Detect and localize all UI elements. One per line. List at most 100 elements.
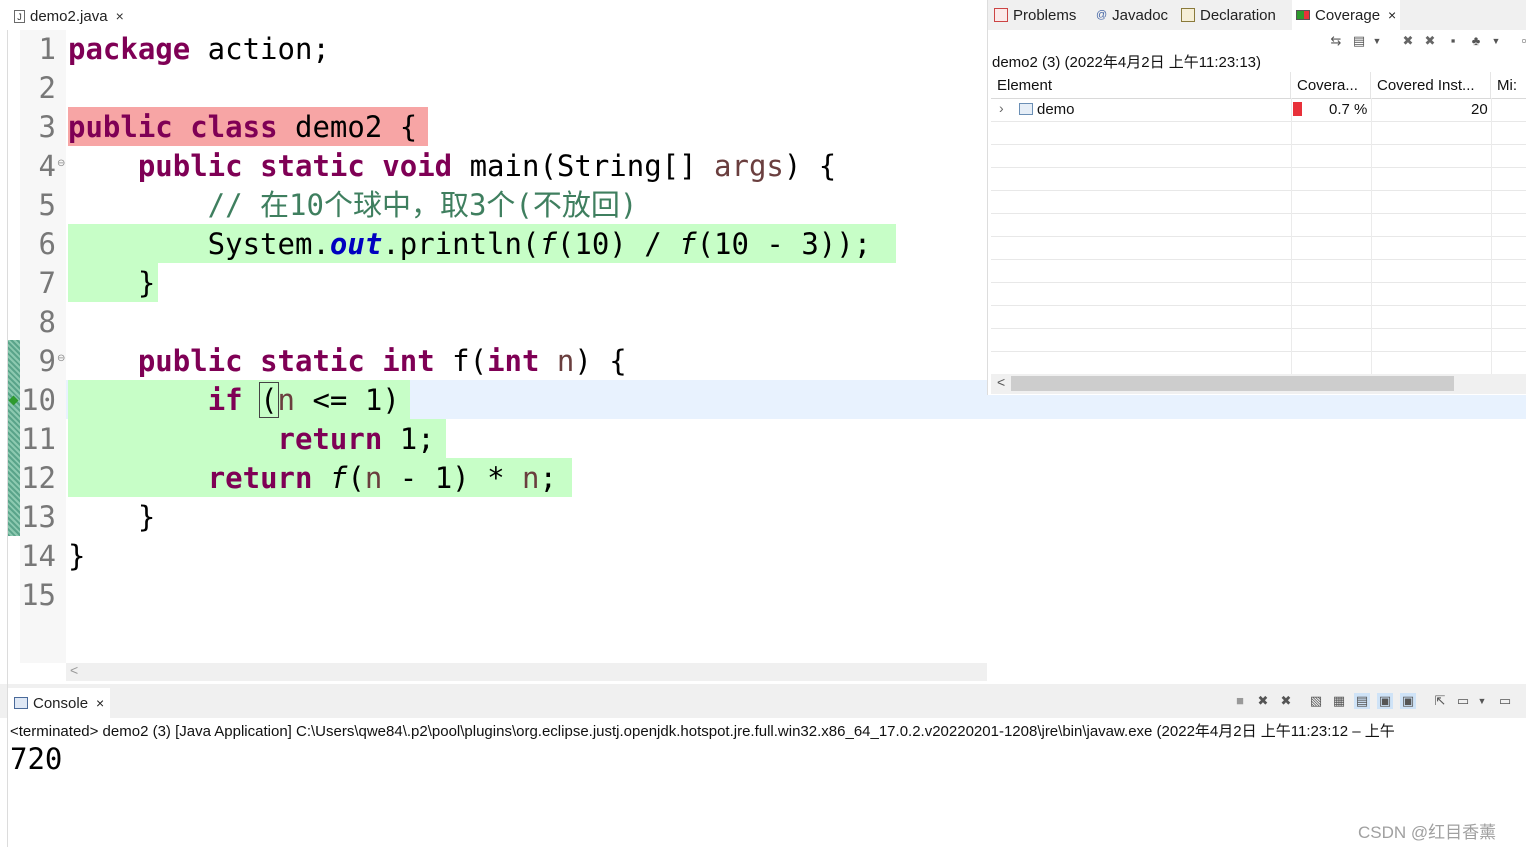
expand-icon[interactable]: › (999, 100, 1004, 116)
declaration-icon (1181, 8, 1195, 22)
minimize-icon[interactable]: ▫ (1516, 33, 1526, 49)
line-number: 9 (38, 344, 56, 378)
display-console-icon[interactable]: ▭ (1455, 693, 1471, 709)
terminate-icon[interactable]: ■ (1232, 693, 1248, 709)
code-line-14[interactable]: } (68, 537, 85, 576)
static-method: f (329, 461, 348, 495)
code-editor[interactable]: J demo2.java × 1 2 3 4 5 6 7 8 9 10 11 1… (0, 0, 1526, 683)
line-number: 10 (21, 383, 56, 417)
show-on-error-icon[interactable]: ▣ (1400, 693, 1416, 709)
keyword: class (172, 110, 278, 144)
chevron-down-icon[interactable]: ▼ (1488, 33, 1504, 49)
line-number-gutter: 1 2 3 4 5 6 7 8 9 10 11 12 13 14 15 ⊖ ⊖ (20, 30, 66, 663)
code-line-13[interactable]: } (68, 498, 155, 537)
static-method: f (539, 227, 557, 261)
parameter: n (364, 461, 383, 495)
session-menu-icon[interactable]: ▤ (1351, 33, 1367, 49)
tab-console[interactable]: Console × (8, 688, 111, 718)
matching-bracket: ( (259, 382, 279, 418)
code-line-9[interactable]: public static int f(int n) { (68, 342, 627, 381)
tab-coverage[interactable]: Coverage × (1292, 0, 1401, 30)
merge-icon[interactable]: ▪ (1445, 33, 1461, 49)
relaunch-icon[interactable]: ⇆ (1328, 33, 1344, 49)
process-status: <terminated> demo2 (3) [Java Application… (10, 723, 1395, 740)
close-icon[interactable]: × (96, 695, 104, 711)
tab-javadoc[interactable]: @ Javadoc (1096, 0, 1168, 30)
tab-demo2-java[interactable]: J demo2.java × (8, 2, 130, 32)
line-number: 2 (38, 71, 56, 105)
console-output[interactable]: 720 (10, 742, 62, 776)
static-field: out (329, 227, 383, 261)
covered-instructions: 20 (1471, 101, 1488, 118)
remove-all-terminated-icon[interactable]: ✖ (1278, 693, 1294, 709)
coverage-percent: 0.7 % (1329, 101, 1368, 118)
remove-all-icon[interactable]: ✖ (1422, 33, 1438, 49)
code-text: f( (434, 344, 488, 378)
column-header-coverage[interactable]: Covera... (1291, 72, 1371, 98)
scroll-left-icon[interactable]: < (70, 662, 78, 678)
code-line-7[interactable]: } (68, 264, 155, 303)
word-wrap-icon[interactable]: ▤ (1354, 693, 1370, 709)
code-text: ; (539, 461, 557, 495)
column-header-covered-instructions[interactable]: Covered Inst... (1371, 72, 1491, 98)
code-line-6[interactable]: System.out.println(f(10) / f(10 - 3)); (68, 225, 872, 264)
java-file-icon: J (14, 9, 25, 23)
show-on-output-icon[interactable]: ▣ (1377, 693, 1393, 709)
close-icon[interactable]: × (1388, 7, 1396, 23)
tab-label: Declaration (1200, 6, 1276, 24)
line-number: 15 (21, 578, 56, 612)
keyword: public (68, 110, 173, 144)
chevron-down-icon[interactable]: ▼ (1369, 33, 1385, 49)
close-icon[interactable]: × (116, 8, 124, 24)
fold-toggle-icon[interactable]: ⊖ (57, 353, 65, 364)
editor-horizontal-scrollbar[interactable]: < (66, 662, 987, 681)
tab-label: Coverage (1315, 6, 1381, 24)
column-header-element[interactable]: Element (991, 72, 1291, 98)
line-number: 7 (38, 266, 56, 300)
javadoc-icon: @ (1096, 9, 1108, 21)
remove-launch-icon[interactable]: ✖ (1255, 693, 1271, 709)
code-line-10[interactable]: if (n <= 1) (68, 381, 400, 420)
console-icon (14, 697, 28, 709)
view-tab-bar: Problems @ Javadoc Declaration Coverage … (988, 0, 1526, 30)
remove-session-icon[interactable]: ✖ (1400, 33, 1416, 49)
column-header-missed[interactable]: Mi: (1491, 72, 1526, 98)
fold-toggle-icon[interactable]: ⊖ (57, 158, 65, 169)
code-line-5[interactable]: // 在10个球中，取3个(不放回) (68, 186, 638, 225)
keyword: void (364, 149, 453, 183)
window-left-border (7, 30, 8, 847)
code-text: ) { (783, 149, 837, 183)
coverage-horizontal-scrollbar[interactable]: < (991, 374, 1526, 394)
tab-declaration[interactable]: Declaration (1181, 0, 1276, 30)
keyword: int (487, 344, 540, 378)
code-text: main(String[] (452, 149, 715, 183)
editor-tab-label: demo2.java (30, 7, 108, 25)
dump-icon[interactable]: ♣ (1468, 33, 1484, 49)
code-text: demo2 { (277, 110, 418, 144)
code-text: (10) / (556, 227, 680, 261)
code-line-3[interactable]: public class demo2 { (68, 108, 417, 147)
coverage-toolbar: ⇆ ▤ ▼ ✖ ✖ ▪ ♣ ▼ ▫ (988, 30, 1526, 52)
code-line-12[interactable]: return f(n - 1) * n; (68, 459, 557, 498)
scrollbar-thumb[interactable] (1011, 376, 1454, 391)
element-name: demo (1037, 101, 1075, 118)
open-console-icon[interactable]: ▭ (1497, 693, 1513, 709)
pin-console-icon[interactable]: ⇱ (1432, 693, 1448, 709)
line-number: 11 (21, 422, 56, 456)
chevron-down-icon[interactable]: ▼ (1474, 693, 1490, 709)
tab-label: Javadoc (1112, 6, 1169, 24)
line-number: 5 (38, 188, 56, 222)
table-row[interactable]: › demo 0.7 % 20 (991, 99, 1526, 121)
parameter: args (714, 149, 784, 183)
scroll-left-icon[interactable]: < (997, 374, 1005, 390)
tab-problems[interactable]: Problems (994, 0, 1076, 30)
code-line-11[interactable]: return 1; (68, 420, 435, 459)
clear-console-icon[interactable]: ▧ (1308, 693, 1324, 709)
code-line-4[interactable]: public static void main(String[] args) { (68, 147, 836, 186)
scroll-lock-icon[interactable]: ▦ (1331, 693, 1347, 709)
code-line-1[interactable]: package action; (68, 30, 330, 69)
